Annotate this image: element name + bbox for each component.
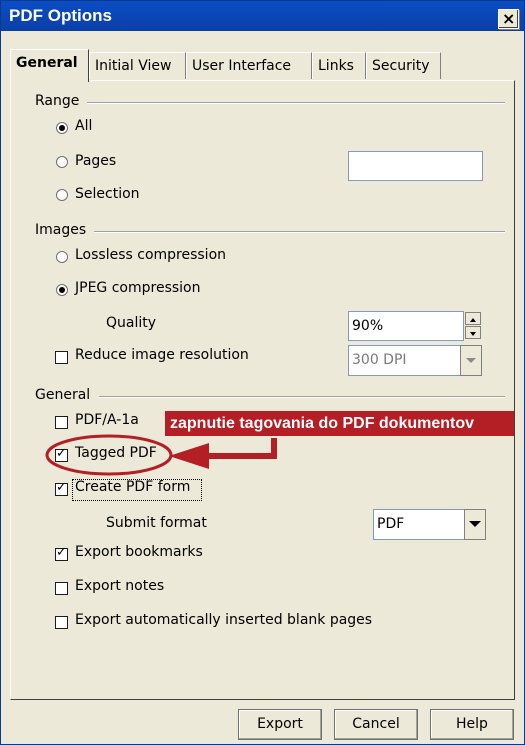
highlight-ellipse [45,434,173,476]
left-arrow-icon [169,438,277,469]
pdf-options-dialog: PDF Options × General Initial View User … [0,0,525,745]
annotation-overlay [45,434,277,476]
